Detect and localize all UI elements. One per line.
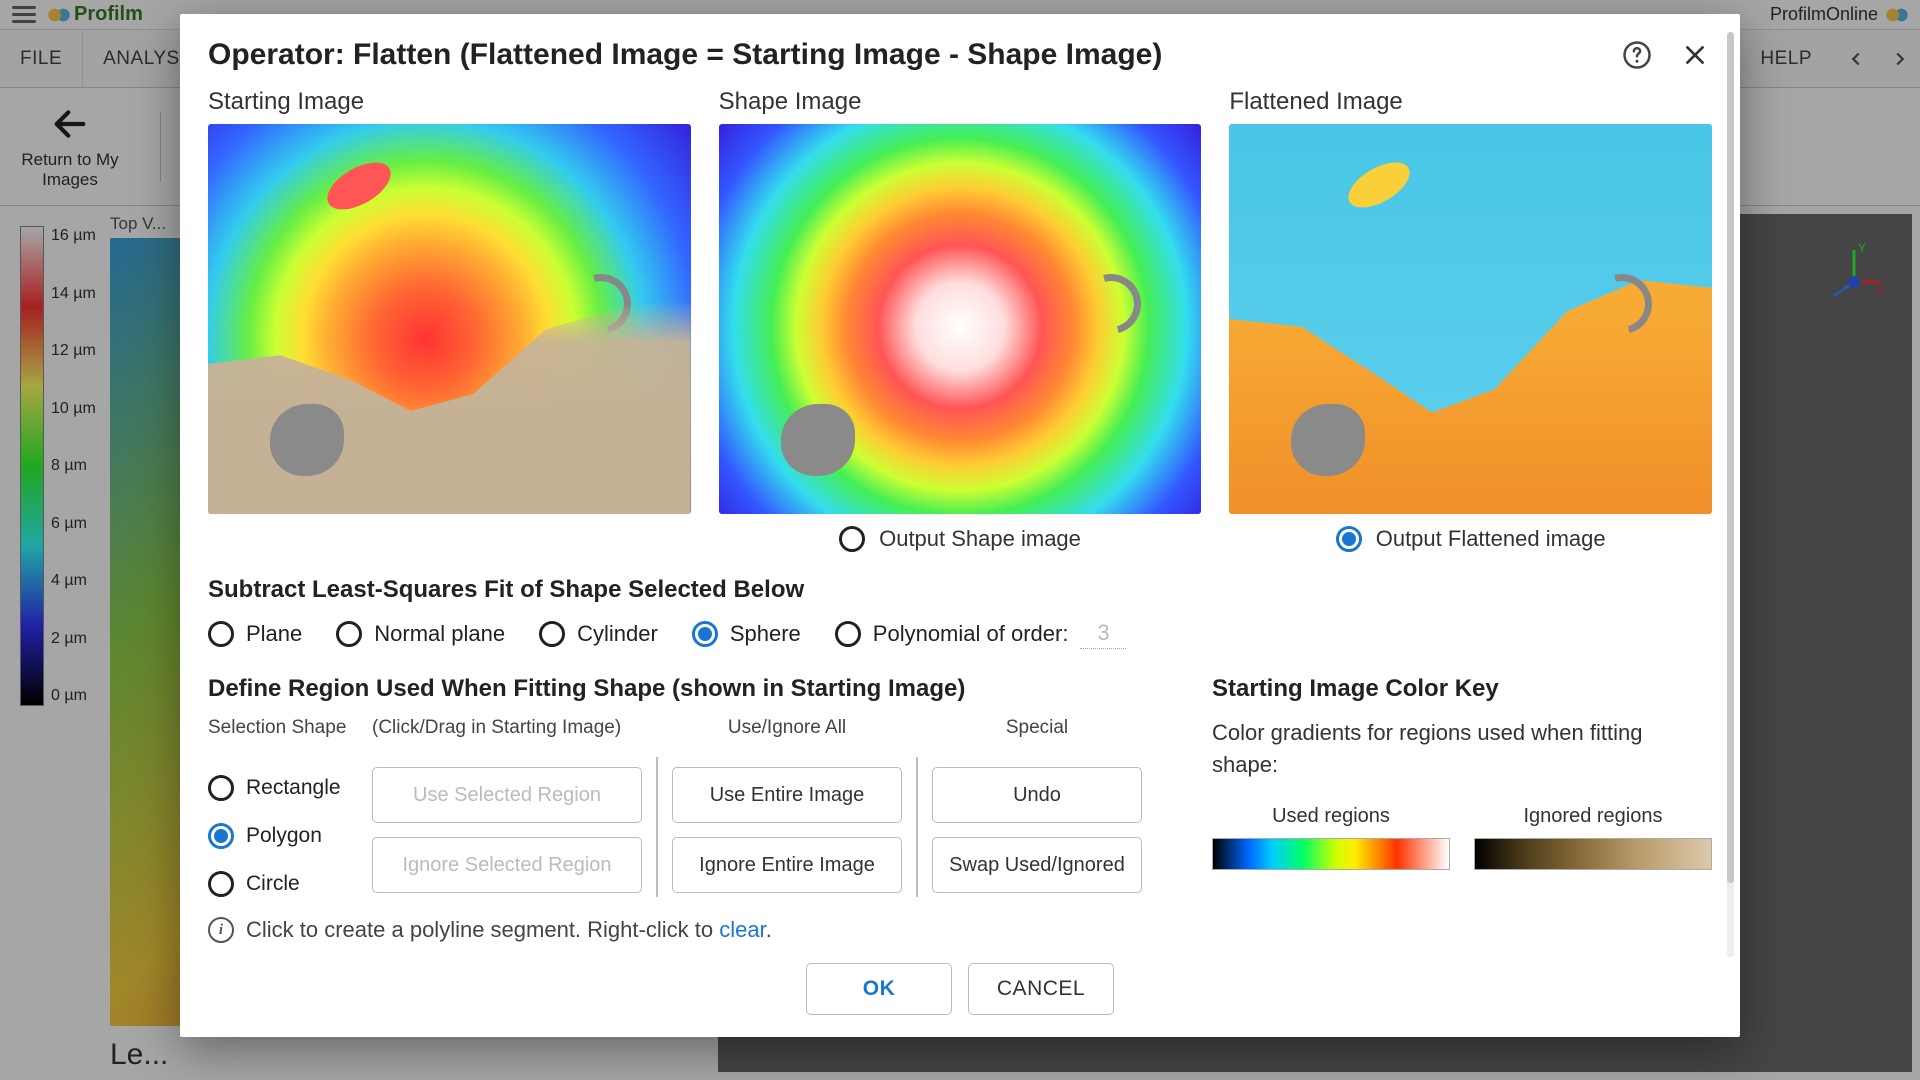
col-selection-header: Selection Shape: [208, 717, 372, 739]
selection-circle[interactable]: Circle: [208, 871, 372, 897]
shape-normal-plane[interactable]: Normal plane: [336, 621, 505, 647]
used-regions-swatch: [1212, 838, 1450, 870]
modal-overlay: Operator: Flatten (Flattened Image = Sta…: [0, 0, 1920, 1080]
starting-image-label: Starting Image: [208, 88, 691, 116]
shape-polynomial[interactable]: Polynomial of order:: [835, 618, 1127, 649]
cancel-button[interactable]: CANCEL: [968, 963, 1114, 1015]
dialog-scrollbar[interactable]: [1727, 32, 1734, 957]
ignored-regions-swatch: [1474, 838, 1712, 870]
ignore-entire-image-button[interactable]: Ignore Entire Image: [672, 837, 902, 893]
flatten-dialog: Operator: Flatten (Flattened Image = Sta…: [180, 14, 1740, 1037]
help-button[interactable]: [1620, 38, 1654, 72]
col-special-header: Special: [932, 717, 1142, 739]
selection-rectangle[interactable]: Rectangle: [208, 775, 372, 801]
shape-sphere[interactable]: Sphere: [692, 621, 801, 647]
shape-cylinder[interactable]: Cylinder: [539, 621, 658, 647]
flattened-image-label: Flattened Image: [1229, 88, 1712, 116]
output-shape-label: Output Shape image: [879, 526, 1081, 552]
info-icon: i: [208, 917, 234, 943]
close-button[interactable]: [1678, 38, 1712, 72]
shape-image: [719, 124, 1202, 514]
col-useignore-header: Use/Ignore All: [672, 717, 902, 739]
output-flattened-label: Output Flattened image: [1376, 526, 1606, 552]
output-shape-radio[interactable]: [839, 526, 865, 552]
swap-used-ignored-button[interactable]: Swap Used/Ignored: [932, 837, 1142, 893]
help-icon: [1622, 40, 1652, 70]
used-regions-label: Used regions: [1212, 805, 1450, 828]
close-icon: [1682, 42, 1708, 68]
region-heading: Define Region Used When Fitting Shape (s…: [208, 675, 1152, 703]
flattened-image: [1229, 124, 1712, 514]
ignore-selected-region-button[interactable]: Ignore Selected Region: [372, 837, 642, 893]
selection-polygon[interactable]: Polygon: [208, 823, 372, 849]
shape-image-label: Shape Image: [719, 88, 1202, 116]
fit-heading: Subtract Least-Squares Fit of Shape Sele…: [208, 576, 1712, 604]
ignored-regions-label: Ignored regions: [1474, 805, 1712, 828]
use-entire-image-button[interactable]: Use Entire Image: [672, 767, 902, 823]
dialog-title: Operator: Flatten (Flattened Image = Sta…: [208, 38, 1620, 72]
ok-button[interactable]: OK: [806, 963, 952, 1015]
hint-text: Click to create a polyline segment. Righ…: [246, 917, 719, 942]
col-clickdrag-header: (Click/Drag in Starting Image): [372, 717, 642, 739]
shape-plane[interactable]: Plane: [208, 621, 302, 647]
starting-image[interactable]: [208, 124, 691, 514]
hint-row: i Click to create a polyline segment. Ri…: [208, 917, 1712, 943]
undo-button[interactable]: Undo: [932, 767, 1142, 823]
output-flattened-radio[interactable]: [1336, 526, 1362, 552]
use-selected-region-button[interactable]: Use Selected Region: [372, 767, 642, 823]
color-key-desc: Color gradients for regions used when fi…: [1212, 717, 1712, 781]
color-key-heading: Starting Image Color Key: [1212, 675, 1712, 703]
polynomial-order-input[interactable]: [1080, 618, 1126, 649]
clear-link[interactable]: clear: [719, 917, 765, 942]
